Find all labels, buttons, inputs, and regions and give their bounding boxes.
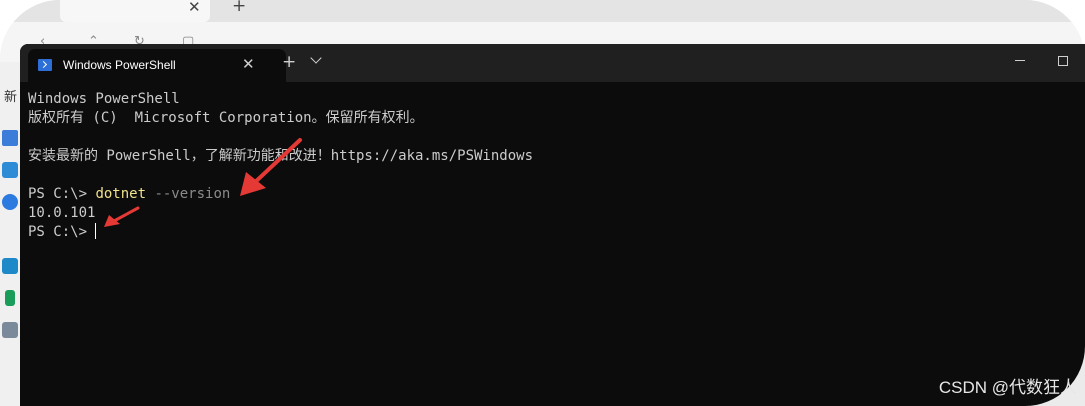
output-line: 版权所有 (C) Microsoft Corporation。保留所有权利。 [28, 110, 424, 126]
documents-icon[interactable] [2, 322, 18, 338]
home-icon[interactable] [2, 130, 18, 146]
prompt: PS C:\> [28, 186, 96, 202]
chevron-down-icon[interactable] [310, 52, 322, 64]
annotation-arrow-icon [240, 138, 302, 196]
terminal-window: Windows PowerShell ✕ + Windows PowerShel… [20, 44, 1085, 406]
maximize-button[interactable] [1058, 56, 1068, 66]
gallery-icon[interactable] [2, 162, 18, 178]
onedrive-icon[interactable] [2, 194, 18, 210]
current-prompt[interactable]: PS C:\> [28, 223, 97, 242]
background-tab-close-icon[interactable]: ✕ [188, 0, 201, 16]
watermark: CSDN @代数狂人 [938, 378, 1077, 397]
background-new-tab-icon[interactable]: + [232, 0, 246, 16]
new-tab-button[interactable]: + [282, 52, 296, 72]
annotation-arrow-icon [104, 206, 140, 227]
terminal-output[interactable]: Windows PowerShell 版权所有 (C) Microsoft Co… [28, 90, 1085, 406]
downloads-icon[interactable] [5, 290, 15, 306]
tab-title: Windows PowerShell [63, 58, 176, 72]
prompt: PS C:\> [28, 224, 88, 240]
powershell-icon [38, 59, 52, 71]
minimize-button[interactable] [1015, 60, 1025, 61]
sidebar-label: 新 [4, 90, 18, 105]
background-sidebar: 新 [0, 62, 20, 406]
output-line: Windows PowerShell [28, 91, 180, 107]
version-output: 10.0.101 [28, 205, 96, 221]
terminal-titlebar: Windows PowerShell ✕ + [20, 44, 1085, 82]
command-text: dotnet [95, 186, 147, 202]
text-cursor [95, 223, 97, 239]
tab-windows-powershell[interactable]: Windows PowerShell ✕ [28, 49, 286, 82]
background-tab-bar: ✕ + [0, 0, 1085, 22]
command-line: PS C:\> dotnet --version [28, 185, 230, 204]
command-parameter: --version [146, 186, 231, 202]
close-tab-icon[interactable]: ✕ [242, 55, 255, 73]
desktop-icon[interactable] [2, 258, 18, 274]
